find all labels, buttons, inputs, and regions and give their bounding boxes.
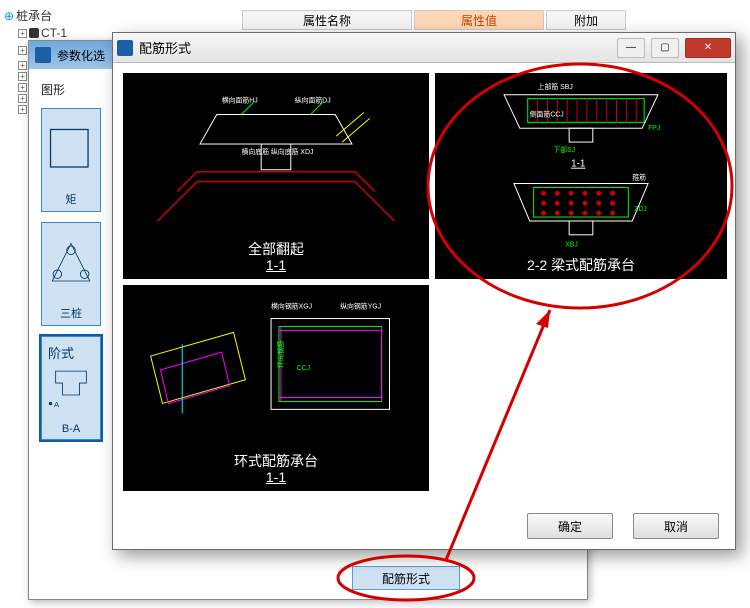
expand-icon[interactable]: + xyxy=(18,72,27,81)
thumb-tripile[interactable]: 三桩 xyxy=(41,222,101,326)
svg-text:箍筋: 箍筋 xyxy=(632,173,646,182)
svg-text:下部SJ: 下部SJ xyxy=(553,145,575,154)
svg-text:纵向钢筋YGJ: 纵向钢筋YGJ xyxy=(340,302,381,311)
ok-button[interactable]: 确定 xyxy=(527,513,613,539)
titlebar[interactable]: 配筋形式 — ▢ ✕ xyxy=(113,33,735,63)
dialog-title: 配筋形式 xyxy=(139,38,191,57)
svg-text:A: A xyxy=(54,400,60,409)
svg-text:侧面筋CCJ: 侧面筋CCJ xyxy=(530,109,564,118)
cancel-button[interactable]: 取消 xyxy=(633,513,719,539)
dialog-content: 横向面筋HJ 纵向面筋DJ 横向底筋 纵向底筋 XDJ 全部翻起 1-1 上部筋… xyxy=(121,71,727,499)
header-cell: 属性值 xyxy=(414,10,544,30)
expand-icon[interactable]: + xyxy=(18,46,27,55)
tile-caption: 2-2 梁式配筋承台 xyxy=(435,257,727,273)
expand-icon[interactable]: + xyxy=(18,94,27,103)
expand-icon[interactable]: + xyxy=(18,61,27,70)
svg-text:环向钢筋: 环向钢筋 xyxy=(276,340,285,368)
expand-icon[interactable]: + xyxy=(18,105,27,114)
header-cell: 属性名称 xyxy=(242,10,412,30)
thumb-rect[interactable]: 矩 xyxy=(41,108,101,212)
tree-root-label: 桩承台 xyxy=(16,7,52,24)
bottom-button-label: 配筋形式 xyxy=(382,570,430,587)
tree-item-label: CT-1 xyxy=(41,26,67,40)
svg-text:横向钢筋XGJ: 横向钢筋XGJ xyxy=(271,302,312,311)
svg-text:FPJ: FPJ xyxy=(648,125,660,132)
reinforcement-dialog: 配筋形式 — ▢ ✕ 横向面筋HJ 纵向面筋DJ 横向底筋 纵向底筋 XDJ 全… xyxy=(112,32,736,550)
close-button[interactable]: ✕ xyxy=(685,38,731,58)
dialog-footer: 确定 取消 xyxy=(113,503,735,549)
svg-text:横向面筋HJ: 横向面筋HJ xyxy=(222,96,258,105)
thumb-step[interactable]: 阶式 A B-A xyxy=(41,336,101,440)
svg-text:纵向面筋DJ: 纵向面筋DJ xyxy=(295,96,331,105)
option-beam-cap[interactable]: 上部筋 SBJ 侧面筋CCJ FPJ 下部SJ 1-1 箍筋 ZDJ XBJ 2… xyxy=(433,71,729,281)
bullet-icon xyxy=(29,28,39,38)
option-all-flip[interactable]: 横向面筋HJ 纵向面筋DJ 横向底筋 纵向底筋 XDJ 全部翻起 1-1 xyxy=(121,71,431,281)
expand-icon[interactable]: + xyxy=(18,83,27,92)
svg-text:1-1: 1-1 xyxy=(571,159,585,170)
app-icon xyxy=(117,40,133,56)
maximize-button[interactable]: ▢ xyxy=(651,38,679,58)
svg-text:横向底筋 纵向底筋 XDJ: 横向底筋 纵向底筋 XDJ xyxy=(241,147,313,156)
svg-text:CCJ: CCJ xyxy=(297,365,310,372)
tree-root[interactable]: ⊕ 桩承台 xyxy=(4,6,156,25)
expand-icon[interactable]: + xyxy=(18,29,27,38)
tile-caption: 全部翻起 1-1 xyxy=(123,241,429,273)
svg-text:ZDJ: ZDJ xyxy=(634,206,647,213)
param-icon xyxy=(35,47,51,63)
header-cell: 附加 xyxy=(546,10,626,30)
minimize-button[interactable]: — xyxy=(617,38,645,58)
svg-text:上部筋 SBJ: 上部筋 SBJ xyxy=(538,82,573,91)
reinforcement-form-button[interactable]: 配筋形式 xyxy=(352,566,460,590)
param-title-text: 参数化选 xyxy=(57,47,105,64)
svg-text:XBJ: XBJ xyxy=(565,242,578,249)
tile-caption: 环式配筋承台 1-1 xyxy=(123,453,429,485)
option-ring-cap[interactable]: 环向钢筋 CCJ 横向钢筋XGJ 纵向钢筋YGJ 环式配筋承台 1-1 xyxy=(121,283,431,493)
